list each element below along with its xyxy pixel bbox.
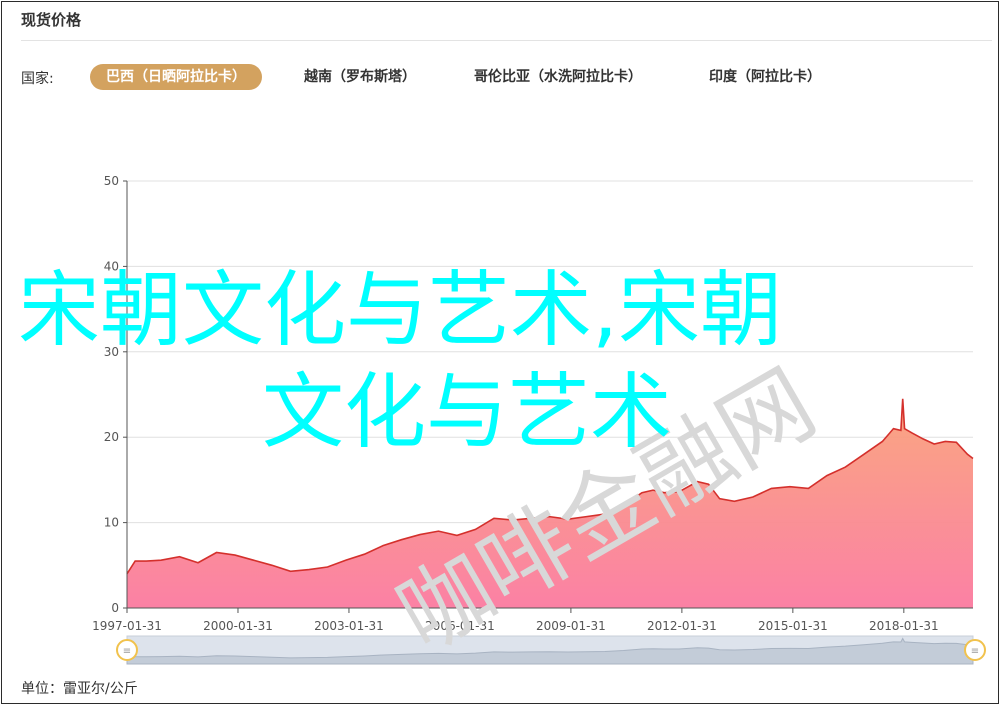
drag-grip-icon: ≡ <box>971 646 979 657</box>
y-tick-label: 40 <box>104 259 119 273</box>
y-tick-label: 50 <box>104 174 119 188</box>
x-tick-label: 2003-01-31 <box>314 619 384 633</box>
y-tick-label: 30 <box>104 345 119 359</box>
drag-grip-icon: ≡ <box>123 646 131 657</box>
x-tick-label: 2018-01-31 <box>869 619 939 633</box>
price-area-chart: 0 10 20 30 40 50 1997-01-31 2000-01-31 2003-01-3… <box>92 174 986 672</box>
x-tick-label: 2012-01-31 <box>647 619 717 633</box>
unit-label: 单位：雷亚尔/公斤 <box>21 681 138 697</box>
y-tick-label: 20 <box>104 430 119 444</box>
x-tick-label: 2015-01-31 <box>758 619 828 633</box>
y-tick-label: 0 <box>111 601 119 615</box>
x-tick-label: 1997-01-31 <box>92 619 162 633</box>
x-tick-label: 2009-01-31 <box>536 619 606 633</box>
y-tick-label: 10 <box>104 516 119 530</box>
x-tick-label: 2000-01-31 <box>203 619 273 633</box>
